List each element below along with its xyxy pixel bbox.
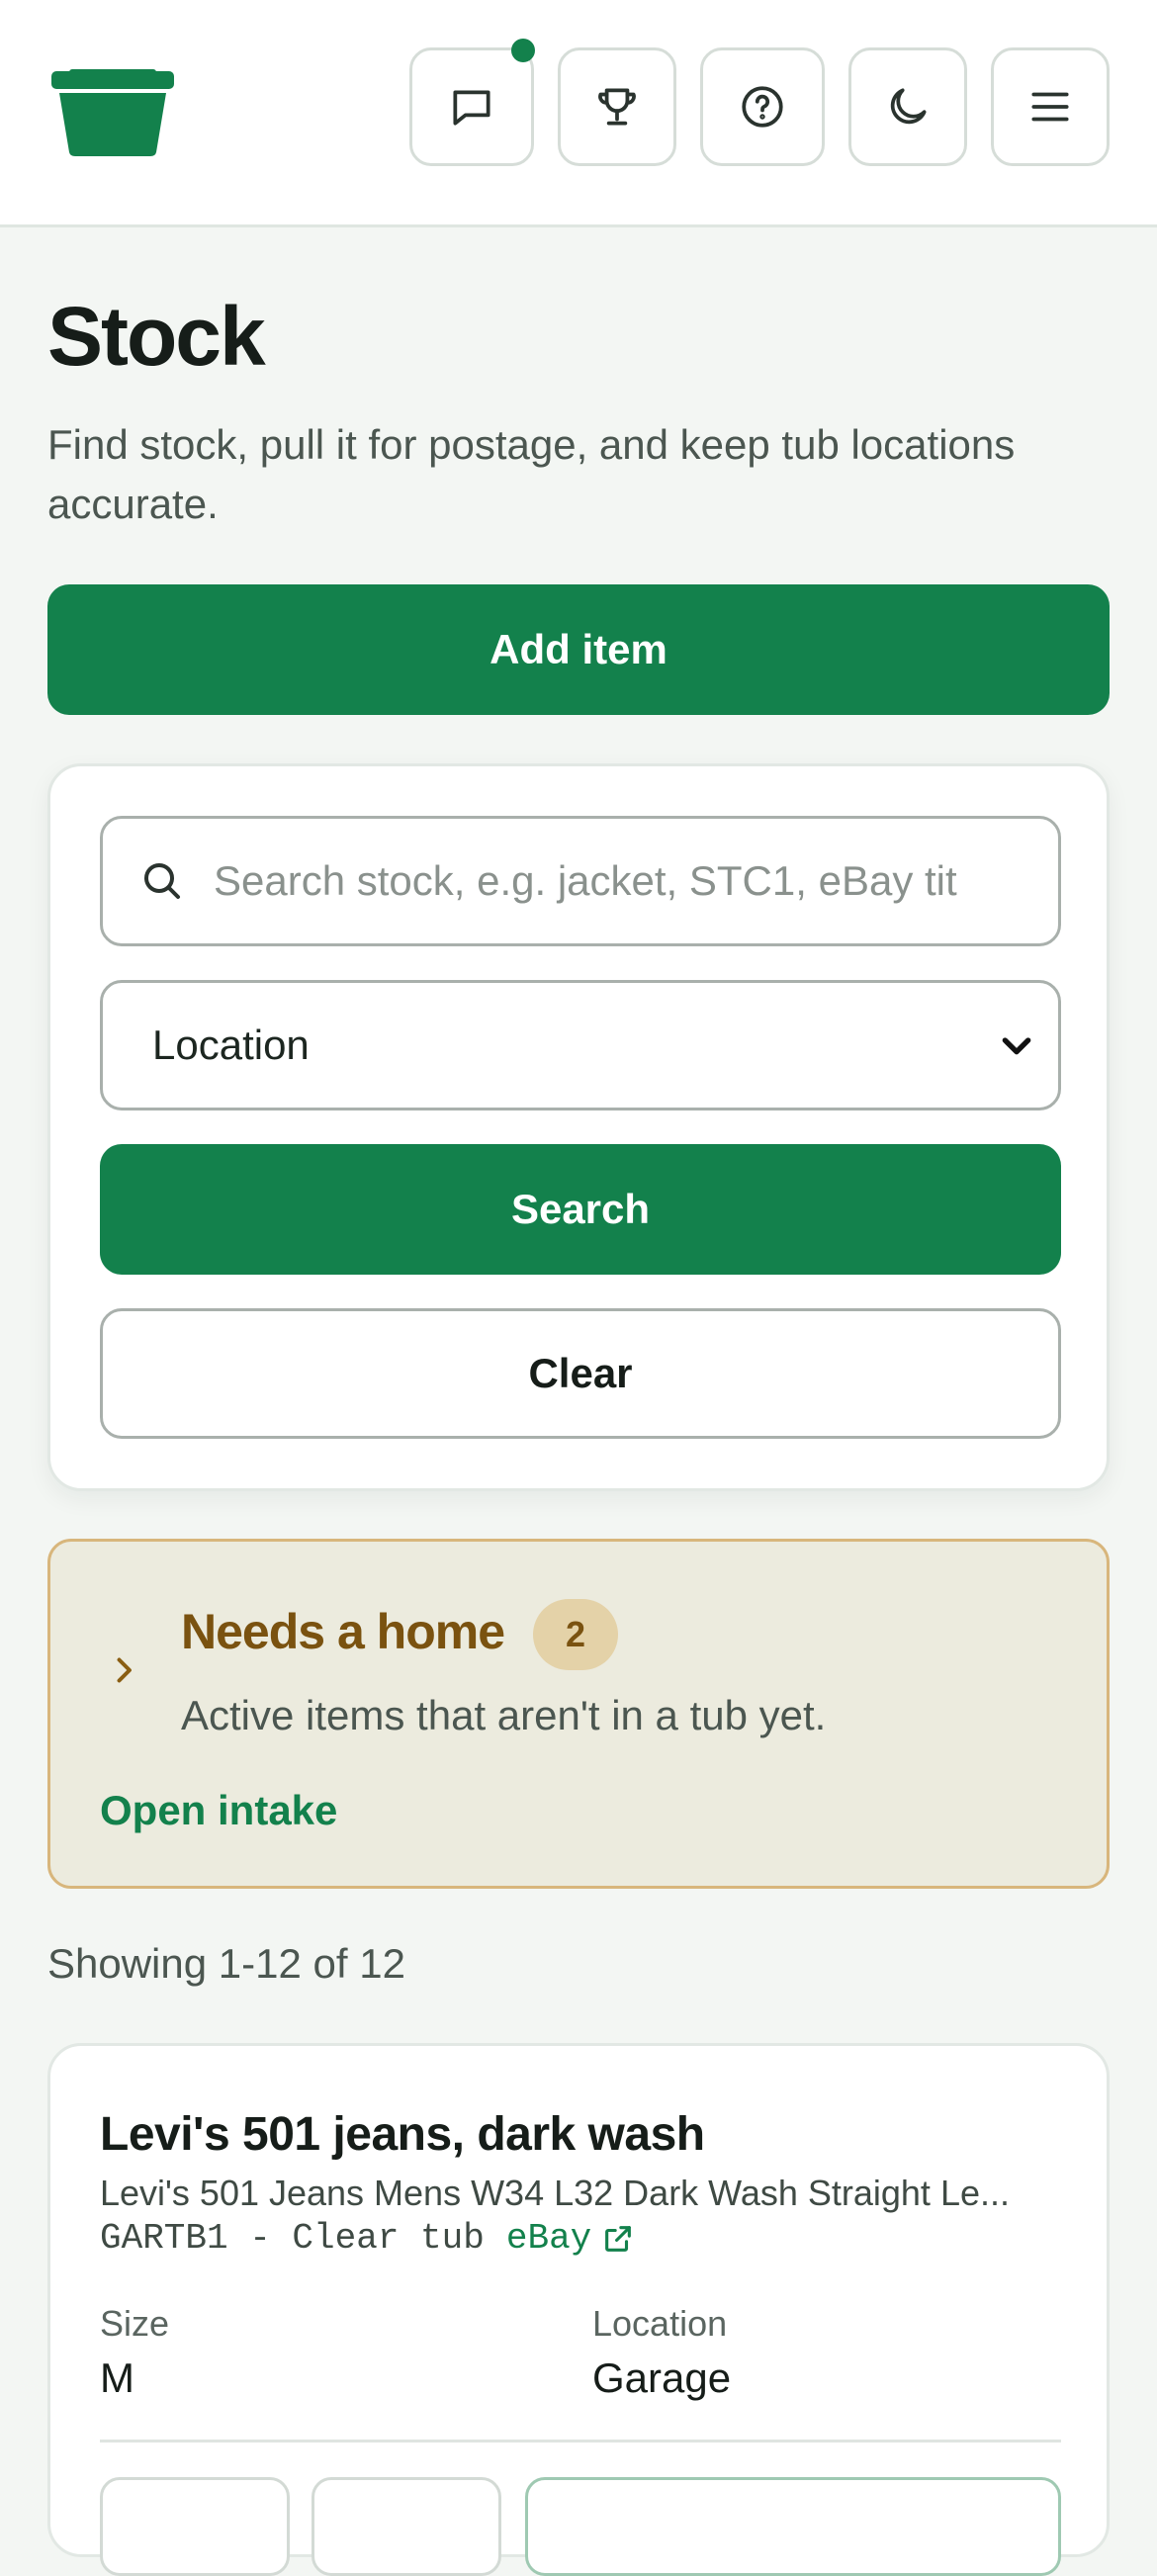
location-value: Garage: [592, 2354, 732, 2401]
add-item-button[interactable]: Add item: [47, 584, 1110, 715]
search-input[interactable]: [214, 857, 1024, 905]
chevron-down-icon: [1002, 1037, 1031, 1055]
stock-item-card[interactable]: Levi's 501 jeans, dark wash Levi's 501 J…: [47, 2043, 1110, 2576]
search-button[interactable]: Search: [100, 1144, 1061, 1275]
hamburger-menu-icon: [1031, 92, 1069, 122]
theme-toggle-button[interactable]: [848, 47, 967, 166]
needs-home-title: Needs a home: [181, 1604, 505, 1659]
messages-button[interactable]: [409, 39, 535, 166]
chevron-right-icon[interactable]: [106, 1652, 141, 1688]
item-action-button[interactable]: [100, 2477, 290, 2576]
external-link-icon[interactable]: [601, 2222, 635, 2256]
location-select-value: Location: [152, 1022, 310, 1068]
item-location-code: GARTB1 - Clear tub: [100, 2218, 485, 2259]
trophy-icon: [598, 88, 636, 126]
item-listing-title: Levi's 501 Jeans Mens W34 L32 Dark Wash …: [100, 2173, 1010, 2213]
search-field[interactable]: [100, 816, 1061, 946]
item-action-button[interactable]: [312, 2477, 501, 2576]
page-subtitle: Find stock, pull it for postage, and kee…: [47, 421, 1016, 527]
size-label: Size: [100, 2303, 170, 2344]
results-summary: Showing 1-12 of 12: [47, 1940, 405, 1987]
ebay-link[interactable]: eBay: [506, 2218, 591, 2259]
search-icon: [144, 863, 180, 899]
search-card: Location Search Clear: [47, 763, 1110, 1491]
open-intake-link[interactable]: Open intake: [100, 1787, 337, 1834]
help-button[interactable]: [700, 47, 825, 166]
needs-home-panel[interactable]: Needs a home 2 Active items that aren't …: [47, 1539, 1110, 1889]
notification-dot: [511, 39, 535, 62]
top-bar: [0, 0, 1157, 227]
item-divider: [100, 2440, 1061, 2443]
location-select[interactable]: Location: [100, 980, 1061, 1110]
moon-icon: [890, 88, 927, 125]
needs-home-description: Active items that aren't in a tub yet.: [181, 1692, 827, 1738]
item-primary-action-button[interactable]: [525, 2477, 1061, 2576]
menu-button[interactable]: [991, 47, 1110, 166]
page-title: Stock: [47, 290, 266, 383]
question-circle-icon: [742, 86, 783, 128]
clear-button[interactable]: Clear: [100, 1308, 1061, 1439]
location-label: Location: [592, 2303, 728, 2344]
achievements-button[interactable]: [558, 47, 676, 166]
chat-bubble-icon: [453, 90, 490, 126]
item-name: Levi's 501 jeans, dark wash: [100, 2108, 705, 2161]
item-meta: GARTB1 - Clear tub eBay: [100, 2218, 635, 2259]
size-value: M: [100, 2354, 134, 2401]
tub-icon[interactable]: [51, 69, 174, 156]
needs-home-count-badge: 2: [533, 1599, 618, 1670]
